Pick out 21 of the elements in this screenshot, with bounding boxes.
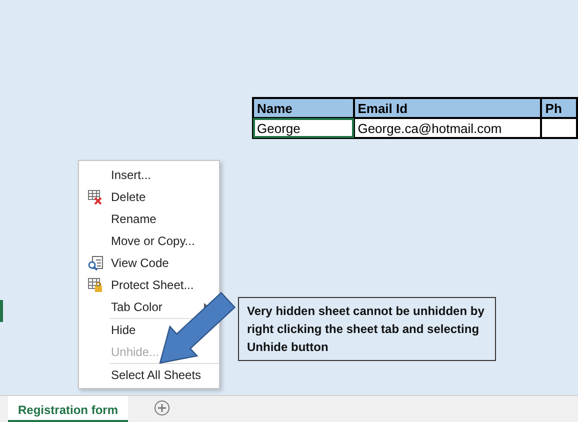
- add-sheet-icon[interactable]: [154, 400, 170, 416]
- menu-item[interactable]: Hide: [79, 319, 140, 341]
- menu-item[interactable]: Rename: [79, 208, 160, 230]
- menu-item[interactable]: Move or Copy...: [79, 230, 199, 252]
- menu-item[interactable]: Tab Color: [79, 296, 166, 318]
- view-code-icon: [87, 255, 103, 271]
- menu-item[interactable]: Select All Sheets: [79, 364, 206, 386]
- delete-sheet-icon: [87, 189, 103, 205]
- column-header: Ph: [541, 98, 577, 118]
- callout-note: Very hidden sheet cannot be unhidden by right clicking the sheet tab and selecting Unhide button: [238, 297, 496, 361]
- sheet-tab[interactable]: Registration form: [8, 396, 128, 422]
- menu-item[interactable]: View Code: [79, 252, 173, 274]
- protect-sheet-icon: [87, 277, 103, 293]
- table-cell: George.ca@hotmail.com: [354, 118, 542, 138]
- menu-item[interactable]: Delete: [79, 186, 150, 208]
- menu-item[interactable]: Protect Sheet...: [79, 274, 198, 296]
- column-header: Name: [253, 98, 354, 118]
- table-cell: [541, 118, 577, 138]
- column-header: Email Id: [354, 98, 542, 118]
- table-cell: George: [253, 118, 354, 138]
- menu-item[interactable]: Insert...: [79, 164, 156, 186]
